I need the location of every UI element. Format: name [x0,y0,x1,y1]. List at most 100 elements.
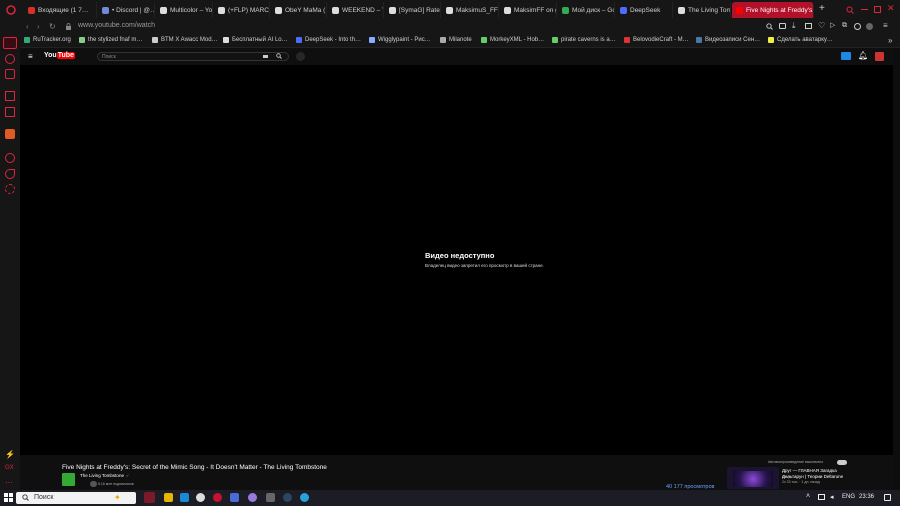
file-explorer-icon[interactable] [180,493,189,502]
address-bar-search-icon[interactable] [766,23,773,30]
music-player-icon[interactable] [5,91,15,101]
site-info-icon[interactable] [65,23,72,30]
url-field[interactable]: www.youtube.com/watch [78,22,155,29]
keyboard-icon[interactable] [263,55,268,58]
bookmark-8[interactable]: pirate caverns is a… [552,37,616,43]
bookmark-label: BelovodieCraft - M… [633,37,689,43]
avatar[interactable] [875,52,884,61]
bookmark-9[interactable]: BelovodieCraft - M… [624,37,689,43]
tab-5[interactable]: WEEKEND – Y… [328,2,384,18]
bookmark-7[interactable]: MorkeyXML - Hob… [481,37,544,43]
gift-icon[interactable] [5,107,15,117]
bookmark-favicon-icon [223,37,229,43]
tab-label: Мой диск – Go… [572,6,614,14]
recommended-channel[interactable]: Maqs [782,475,791,479]
create-icon[interactable] [841,52,851,60]
telegram-icon[interactable] [300,493,309,502]
gx-corner-icon[interactable] [5,54,15,64]
settings-icon[interactable] [5,184,15,194]
explorer-icon[interactable] [164,493,173,502]
gx-icon[interactable]: GX [5,465,15,475]
tab-6[interactable]: [SymaG] Rate… [385,2,441,18]
tab-label: DeepSeek [630,6,661,14]
bookmark-1[interactable]: the stylized fnaf m… [79,37,142,43]
minimize-icon[interactable] [861,9,868,10]
bell-icon[interactable] [90,481,97,487]
player-icon[interactable]: ▷ [830,21,835,29]
history-icon[interactable] [5,153,15,163]
close-window-icon[interactable]: ✕ [887,3,895,14]
opera-gx-taskbar-icon[interactable] [213,493,222,502]
screenshot-icon[interactable] [779,23,786,29]
tab-10[interactable]: DeepSeek [616,2,673,18]
app-icon[interactable] [5,129,15,139]
channel-avatar[interactable] [62,473,75,486]
tray-volume-icon[interactable]: ◂ [830,493,834,501]
bookmark-label: Сделать аватарку… [777,37,833,43]
paint-icon[interactable] [230,493,239,502]
channel-name[interactable]: The Living Tombstone [80,473,124,478]
more-bookmarks-icon[interactable]: » [888,36,892,45]
opera-gx-logo-icon[interactable] [6,5,16,15]
bookmark-heart-icon[interactable]: ♡ [818,21,825,30]
home-icon[interactable] [3,37,17,49]
windows-start-icon[interactable] [4,493,13,502]
recommended-title[interactable]: Друг — ГЛАВНАЯ Загадка Дельтарун | Теори… [782,468,852,480]
recommended-thumbnail[interactable] [727,467,779,489]
pin-icon[interactable]: ⚡ [5,450,15,460]
tab-1[interactable]: • Discord | @… [98,2,155,18]
hamburger-menu-icon[interactable]: ≡ [28,52,33,61]
more-icon[interactable]: ⋯ [5,478,15,488]
search-tabs-icon[interactable] [846,6,854,14]
tab-11[interactable]: The Living Tom… [674,2,731,18]
tab-8[interactable]: MaksimFF on g… [500,2,557,18]
game-icon[interactable] [266,493,275,502]
youtube-logo[interactable]: You Tube [44,52,75,59]
search-button-icon[interactable] [276,53,282,59]
clock[interactable]: 23:36 [859,494,874,500]
tab-3[interactable]: (+FLP) MARCH… [214,2,270,18]
bookmark-11[interactable]: Сделать аватарку… [768,37,833,43]
bookmark-10[interactable]: Видеозаписи Сен… [696,37,760,43]
maximize-icon[interactable] [874,6,881,13]
language-indicator[interactable]: ENG [842,494,855,500]
tab-4[interactable]: ObeY MaMa (… [271,2,327,18]
notification-center-icon[interactable] [884,494,891,501]
wallet-icon[interactable] [805,23,812,29]
task-view-icon[interactable] [144,492,155,503]
twitch-icon[interactable] [5,69,15,79]
bookmark-favicon-icon [296,37,302,43]
send-icon[interactable] [5,169,15,179]
tab-9[interactable]: Мой диск – Go… [558,2,615,18]
tab-2[interactable]: Multicolor – Yo… [156,2,213,18]
new-tab-button[interactable]: + [819,3,825,14]
back-icon[interactable]: ‹ [26,22,29,31]
bookmark-4[interactable]: DeepSeek - Into th… [296,37,361,43]
reload-icon[interactable]: ↻ [49,22,56,31]
voice-search-icon[interactable] [296,52,305,61]
steam-icon[interactable] [283,493,292,502]
bookmark-6[interactable]: Milanote [440,37,472,43]
tray-network-icon[interactable] [818,494,825,500]
bookmark-0[interactable]: RuTracker.org [24,37,71,43]
forward-icon[interactable]: › [37,22,40,31]
yandex-icon[interactable] [196,493,205,502]
menu-icon[interactable]: ≡ [883,21,888,30]
tab-7[interactable]: MaksimuS_FF… [442,2,499,18]
vpn-icon[interactable] [854,23,861,30]
search-input[interactable]: Поиск [97,52,289,61]
extensions-icon[interactable]: ⧉ [842,22,847,30]
tray-chevron-icon[interactable]: ˄ [806,493,810,500]
bookmark-label: DeepSeek - Into th… [305,37,362,43]
tab-12[interactable]: Five Nights at Freddy's: …✕ [732,2,814,18]
autoplay-toggle[interactable] [837,460,847,465]
download-icon[interactable]: ⤓ [792,21,796,31]
bookmark-3[interactable]: Бесплатный AI Lo… [223,37,288,43]
bookmark-5[interactable]: Wigglypaint - Рис… [369,37,431,43]
tab-0[interactable]: Входящие (1 7… [24,2,97,18]
app-taskbar-icon[interactable] [248,493,257,502]
notifications-icon[interactable]: 🔔︎ [858,51,868,60]
profile-icon[interactable] [866,23,873,30]
bookmark-2[interactable]: BTM X Awacc Mod… [152,37,218,43]
video-player[interactable]: Видео недоступно Владелец видео запретил… [20,65,893,455]
